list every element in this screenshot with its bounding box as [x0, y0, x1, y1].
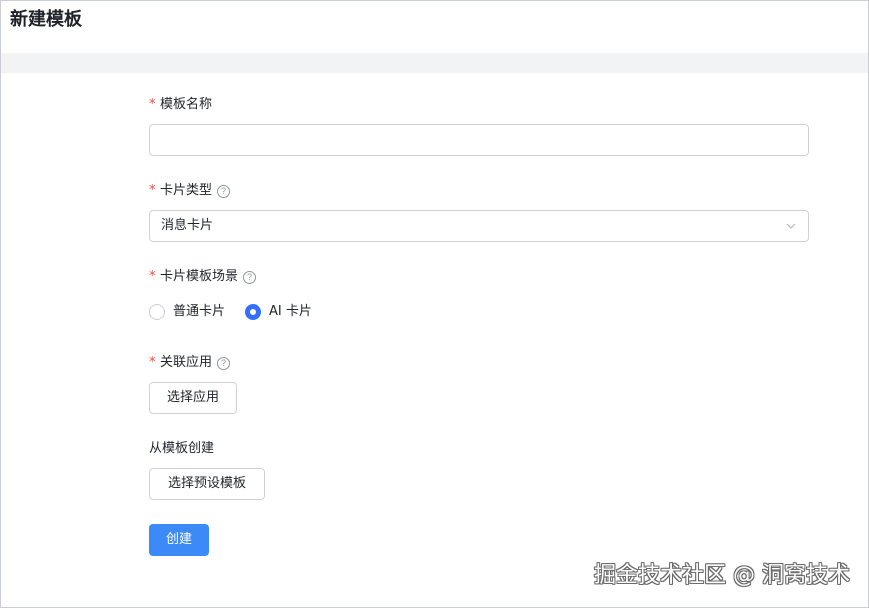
scene-label-text: 卡片模板场景 — [160, 269, 239, 284]
required-mark: * — [149, 97, 156, 112]
app-label: * 关联应用? — [149, 354, 231, 372]
help-icon[interactable]: ? — [217, 185, 231, 198]
card-type-selected-value: 消息卡片 — [161, 218, 214, 233]
select-app-button[interactable]: 选择应用 — [149, 382, 237, 414]
radio-normal-card-label[interactable]: 普通卡片 — [173, 303, 225, 321]
scene-label: * 卡片模板场景? — [149, 268, 257, 286]
header-divider-band — [1, 53, 868, 73]
template-name-input[interactable] — [150, 125, 808, 155]
app-label-text: 关联应用 — [160, 355, 213, 370]
radio-unchecked-icon[interactable] — [149, 304, 165, 320]
radio-checked-icon[interactable] — [245, 304, 261, 320]
page-title: 新建模板 — [10, 9, 82, 30]
radio-ai-card-label[interactable]: AI 卡片 — [269, 303, 312, 321]
watermark-text: 掘金技术社区 @ 洞窝技术 — [594, 563, 850, 588]
required-mark: * — [149, 355, 156, 370]
template-name-label: * 模板名称 — [149, 96, 212, 114]
template-name-field-wrapper — [149, 124, 809, 156]
required-mark: * — [149, 269, 156, 284]
card-type-label-text: 卡片类型 — [160, 183, 213, 198]
help-icon[interactable]: ? — [243, 271, 257, 284]
help-icon[interactable]: ? — [217, 357, 231, 370]
from-template-label: 从模板创建 — [149, 441, 215, 456]
template-name-label-text: 模板名称 — [160, 97, 213, 112]
select-preset-template-button[interactable]: 选择预设模板 — [149, 468, 265, 500]
card-type-label: * 卡片类型? — [149, 182, 231, 200]
required-mark: * — [149, 183, 156, 198]
chevron-down-icon — [786, 223, 796, 229]
create-button[interactable]: 创建 — [149, 524, 209, 556]
create-template-panel: 新建模板 * 模板名称 * 卡片类型? 消息卡片 * 卡片模板场景? 普通卡片 AI … — [0, 0, 869, 608]
card-type-select[interactable]: 消息卡片 — [149, 210, 809, 242]
